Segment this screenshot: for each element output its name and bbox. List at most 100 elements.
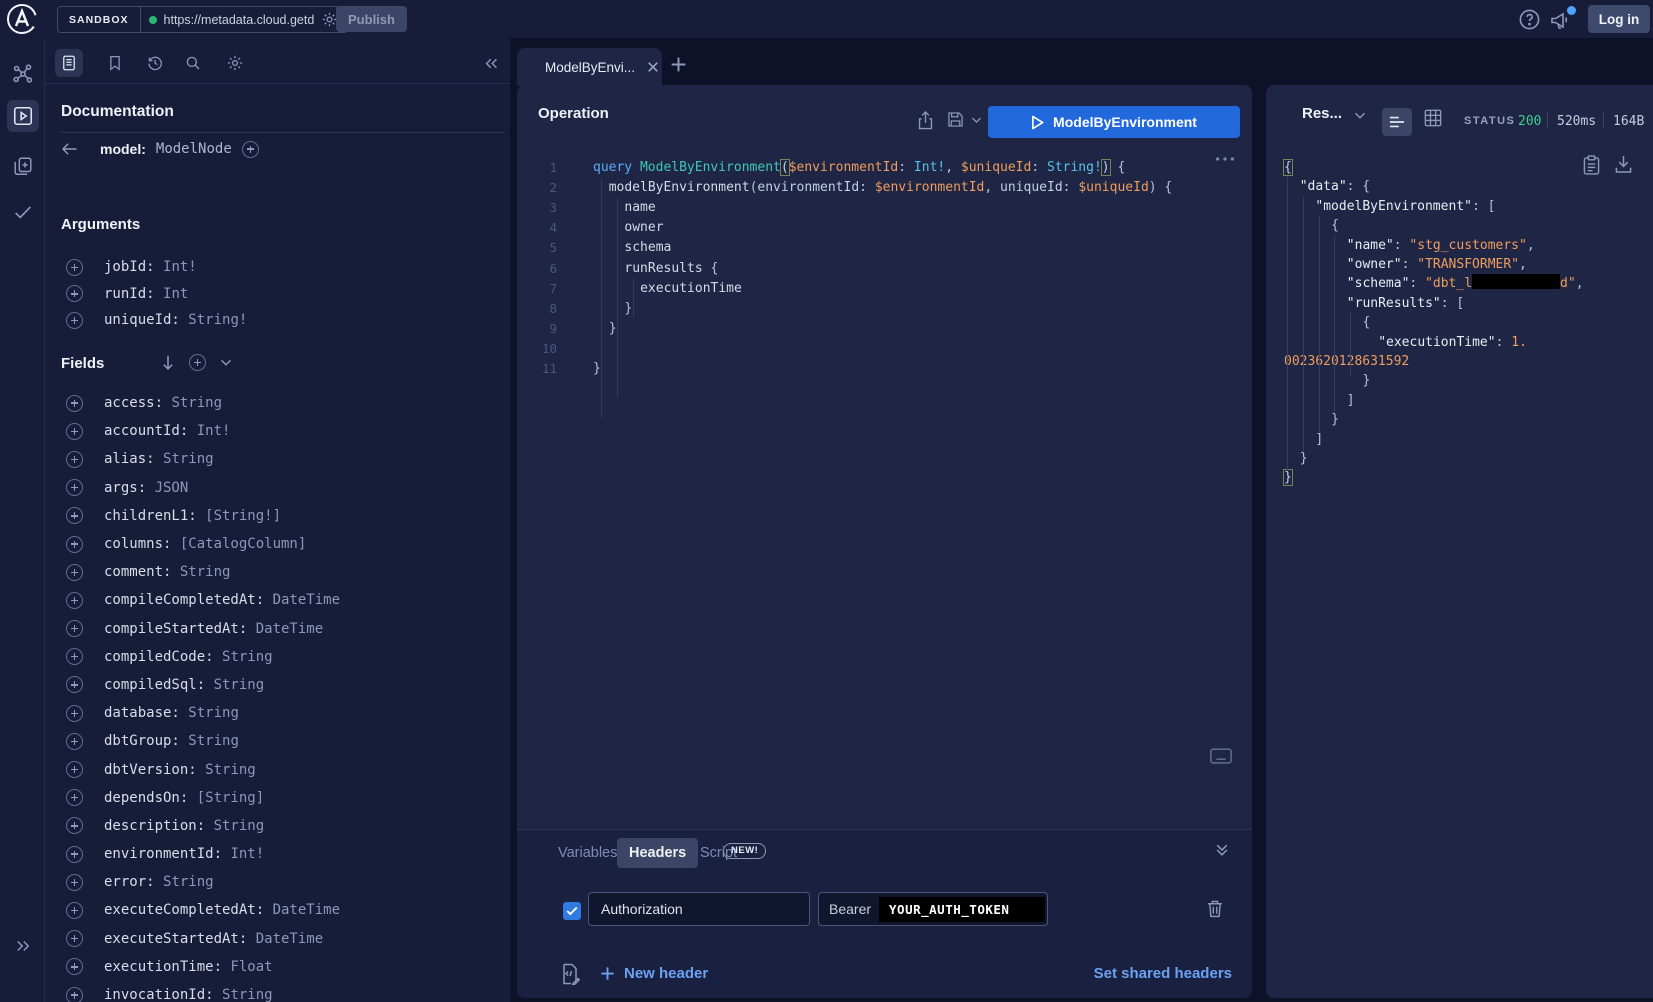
- field-signature[interactable]: dependsOn: [String]: [104, 790, 264, 806]
- field-signature[interactable]: compileStartedAt: DateTime: [104, 621, 323, 637]
- set-shared-headers-link[interactable]: Set shared headers: [1094, 965, 1232, 982]
- response-dropdown-label[interactable]: Res...: [1302, 105, 1342, 122]
- collapse-panel-icon[interactable]: [477, 49, 505, 77]
- field-signature[interactable]: accountId: Int!: [104, 423, 230, 439]
- add-field-button[interactable]: [66, 564, 83, 581]
- explorer-icon[interactable]: [7, 100, 39, 132]
- field-signature[interactable]: database: String: [104, 705, 239, 721]
- add-field-button[interactable]: [66, 423, 83, 440]
- documentation-tab-icon[interactable]: [55, 49, 83, 77]
- add-field-button[interactable]: [66, 259, 83, 276]
- search-tab-icon[interactable]: [179, 49, 207, 77]
- sort-fields-icon[interactable]: [161, 354, 175, 371]
- add-field-button[interactable]: [66, 507, 83, 524]
- header-value-field[interactable]: Bearer YOUR_AUTH_TOKEN: [818, 892, 1048, 926]
- field-row: alias: String: [61, 445, 501, 473]
- field-signature[interactable]: description: String: [104, 818, 264, 834]
- add-field-button[interactable]: [66, 648, 83, 665]
- table-view-toggle-icon[interactable]: [1424, 109, 1442, 127]
- header-enabled-checkbox[interactable]: [563, 902, 581, 920]
- field-row: access: String: [61, 389, 501, 417]
- new-header-button[interactable]: New header: [600, 965, 708, 982]
- schema-graph-icon[interactable]: [7, 58, 39, 90]
- new-tab-plus-icon[interactable]: [670, 56, 687, 73]
- field-signature[interactable]: executeCompletedAt: DateTime: [104, 902, 340, 918]
- add-field-button[interactable]: [66, 817, 83, 834]
- field-signature[interactable]: error: String: [104, 874, 214, 890]
- add-field-button[interactable]: [66, 789, 83, 806]
- operation-collection-icon[interactable]: [7, 150, 39, 182]
- field-signature[interactable]: executeStartedAt: DateTime: [104, 931, 323, 947]
- add-field-button[interactable]: [66, 451, 83, 468]
- field-signature[interactable]: dbtGroup: String: [104, 733, 239, 749]
- field-signature[interactable]: runId: Int: [104, 286, 188, 302]
- apollo-logo-icon[interactable]: [5, 2, 39, 36]
- checks-icon[interactable]: [7, 196, 39, 228]
- download-response-icon[interactable]: [1615, 155, 1632, 174]
- field-signature[interactable]: columns: [CatalogColumn]: [104, 536, 306, 552]
- field-signature[interactable]: childrenL1: [String!]: [104, 508, 281, 524]
- field-signature[interactable]: uniqueId: String!: [104, 312, 247, 328]
- add-field-button[interactable]: [66, 620, 83, 637]
- add-field-button[interactable]: [66, 285, 83, 302]
- auth-token-value: YOUR_AUTH_TOKEN: [879, 897, 1045, 922]
- share-operation-icon[interactable]: [917, 111, 934, 130]
- add-field-button[interactable]: [66, 958, 83, 975]
- field-signature[interactable]: comment: String: [104, 564, 230, 580]
- field-signature[interactable]: dbtVersion: String: [104, 762, 256, 778]
- endpoint-settings-gear-icon[interactable]: [321, 11, 338, 28]
- history-tab-icon[interactable]: [141, 49, 169, 77]
- add-field-button[interactable]: [66, 902, 83, 919]
- help-icon[interactable]: [1518, 8, 1541, 31]
- expand-rail-icon[interactable]: [7, 930, 39, 962]
- add-field-button[interactable]: [66, 676, 83, 693]
- field-signature[interactable]: compiledSql: String: [104, 677, 264, 693]
- close-tab-icon[interactable]: [647, 61, 659, 73]
- add-field-button[interactable]: [66, 592, 83, 609]
- divider: [1603, 112, 1604, 128]
- add-field-button[interactable]: [66, 312, 83, 329]
- field-signature[interactable]: compiledCode: String: [104, 649, 273, 665]
- add-field-button[interactable]: [66, 705, 83, 722]
- add-field-button[interactable]: [66, 761, 83, 778]
- env-variables-doc-icon[interactable]: [560, 963, 580, 985]
- delete-header-trash-icon[interactable]: [1206, 899, 1224, 918]
- login-button[interactable]: Log in: [1588, 5, 1650, 33]
- keyboard-shortcuts-icon[interactable]: [1210, 748, 1232, 764]
- run-operation-button[interactable]: ModelByEnvironment: [988, 106, 1240, 138]
- editor-more-options-icon[interactable]: [1214, 155, 1236, 163]
- add-all-fields-button[interactable]: [189, 354, 206, 371]
- field-signature[interactable]: access: String: [104, 395, 222, 411]
- field-signature[interactable]: alias: String: [104, 451, 214, 467]
- back-arrow-icon[interactable]: [61, 142, 78, 156]
- publish-button[interactable]: Publish: [336, 6, 407, 32]
- field-signature[interactable]: args: JSON: [104, 480, 188, 496]
- field-signature[interactable]: invocationId: String: [104, 987, 273, 1002]
- raw-view-toggle[interactable]: [1382, 108, 1412, 136]
- add-field-button[interactable]: [66, 930, 83, 947]
- add-field-button[interactable]: [66, 874, 83, 891]
- save-menu-chevron-icon[interactable]: [971, 116, 982, 124]
- explorer-settings-gear-icon[interactable]: [221, 49, 249, 77]
- field-signature[interactable]: compileCompletedAt: DateTime: [104, 592, 340, 608]
- add-type-button[interactable]: [242, 141, 259, 158]
- field-signature[interactable]: jobId: Int!: [104, 259, 197, 275]
- tab-headers[interactable]: Headers: [617, 838, 698, 868]
- header-key-input[interactable]: [588, 892, 810, 926]
- copy-response-icon[interactable]: [1583, 155, 1600, 175]
- field-signature[interactable]: environmentId: Int!: [104, 846, 264, 862]
- field-signature[interactable]: executionTime: Float: [104, 959, 273, 975]
- endpoint-url-field[interactable]: https://metadata.cloud.getd: [141, 7, 347, 32]
- add-field-button[interactable]: [66, 536, 83, 553]
- add-field-button[interactable]: [66, 479, 83, 496]
- save-operation-icon[interactable]: [947, 111, 964, 128]
- bookmarks-tab-icon[interactable]: [101, 49, 129, 77]
- add-field-button[interactable]: [66, 733, 83, 750]
- add-field-button[interactable]: [66, 395, 83, 412]
- add-field-button[interactable]: [66, 846, 83, 863]
- operation-tab[interactable]: ModelByEnvi...: [517, 48, 662, 86]
- fields-menu-chevron-icon[interactable]: [220, 358, 232, 367]
- response-dropdown-chevron-icon[interactable]: [1354, 111, 1366, 120]
- collapse-section-chevrons-icon[interactable]: [1214, 842, 1230, 858]
- add-field-button[interactable]: [66, 987, 83, 1002]
